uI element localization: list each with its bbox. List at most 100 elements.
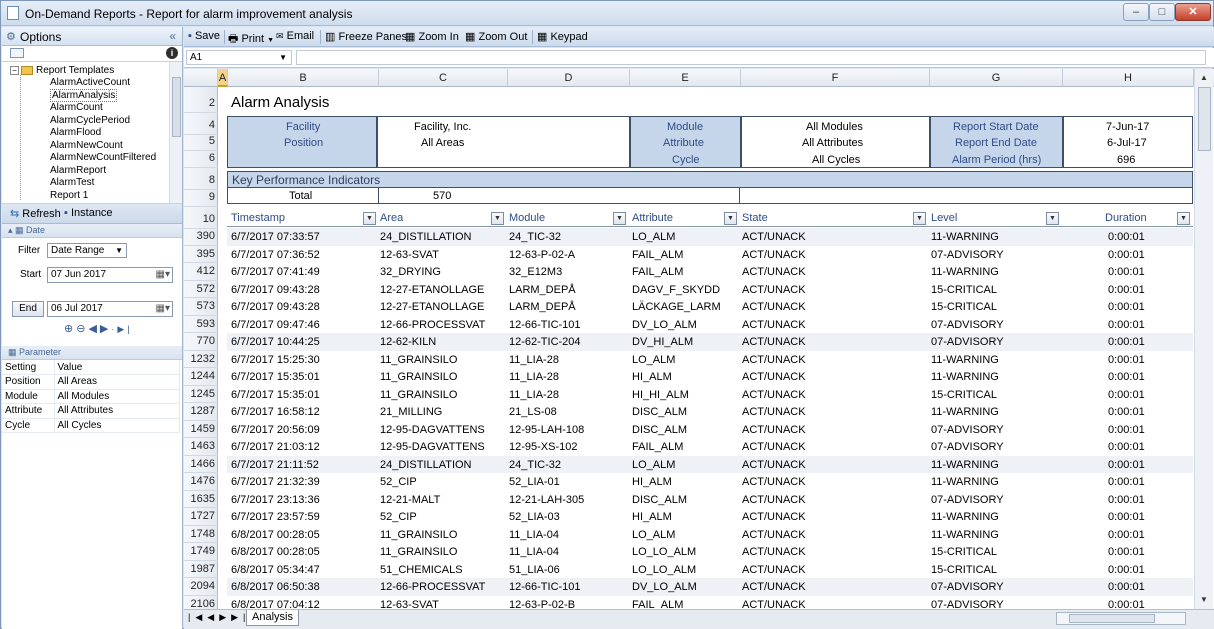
sort-filter-icon[interactable]: ▼ bbox=[1177, 212, 1190, 225]
cell-state[interactable]: ACT/UNACK bbox=[742, 231, 806, 243]
cell-state[interactable]: ACT/UNACK bbox=[742, 424, 806, 436]
scroll-down-icon[interactable]: ▼ bbox=[1200, 595, 1208, 604]
tree-item-alarmnewcount[interactable]: AlarmNewCount bbox=[50, 140, 156, 153]
cell-timestamp[interactable]: 6/7/2017 09:47:46 bbox=[231, 319, 320, 331]
cell-area[interactable]: 12-21-MALT bbox=[380, 494, 440, 506]
row-header[interactable]: 1232 bbox=[184, 351, 218, 368]
cell-timestamp[interactable]: 6/7/2017 21:11:52 bbox=[231, 459, 319, 471]
table-row[interactable]: 6/7/2017 15:25:30 11_GRAINSILO 11_LIA-28 LO… bbox=[227, 351, 1193, 369]
table-row[interactable]: 6/8/2017 07:04:12 12-63-SVAT 12-63-P-02-B F… bbox=[227, 596, 1193, 610]
column-header-e[interactable]: E bbox=[630, 69, 741, 87]
end-button[interactable]: End bbox=[12, 301, 44, 317]
cell-timestamp[interactable]: 6/7/2017 16:58:12 bbox=[231, 406, 320, 418]
attribute-value[interactable]: All Attributes bbox=[802, 137, 863, 149]
cell-area[interactable]: 32_DRYING bbox=[380, 266, 441, 278]
column-header-c[interactable]: C bbox=[379, 69, 508, 87]
row-header[interactable]: 2094 bbox=[184, 578, 218, 596]
cell-area[interactable]: 11_GRAINSILO bbox=[380, 546, 457, 558]
cell-area[interactable]: 12-95-DAGVATTENS bbox=[380, 424, 485, 436]
previous-icon[interactable]: ◀ bbox=[88, 323, 99, 335]
column-header-g[interactable]: G bbox=[930, 69, 1063, 87]
cell-module[interactable]: 32_E12M3 bbox=[509, 266, 562, 278]
cell-level[interactable]: 11-WARNING bbox=[931, 231, 999, 243]
cell-state[interactable]: ACT/UNACK bbox=[742, 336, 806, 348]
cell-level[interactable]: 07-ADVISORY bbox=[931, 599, 1004, 610]
cell-level[interactable]: 11-WARNING bbox=[931, 459, 999, 471]
cell-area[interactable]: 12-66-PROCESSVAT bbox=[380, 319, 485, 331]
cell-duration[interactable]: 0:00:01 bbox=[1108, 354, 1145, 366]
cell-attribute[interactable]: DISC_ALM bbox=[632, 424, 687, 436]
tree-item-report-1[interactable]: Report 1 bbox=[50, 190, 156, 203]
column-header-b[interactable]: B bbox=[228, 69, 379, 87]
cell-timestamp[interactable]: 6/7/2017 15:25:30 bbox=[231, 354, 320, 366]
cell-level[interactable]: 07-ADVISORY bbox=[931, 581, 1004, 593]
column-header-a[interactable]: A bbox=[218, 69, 228, 87]
cell-timestamp[interactable]: 6/7/2017 09:43:28 bbox=[231, 284, 320, 296]
cell-module[interactable]: LARM_DEPÅ bbox=[509, 301, 576, 313]
cell-module[interactable]: 21_LS-08 bbox=[509, 406, 557, 418]
cell-level[interactable]: 11-WARNING bbox=[931, 476, 999, 488]
chevron-down-icon[interactable]: ▼ bbox=[267, 37, 274, 44]
cell-level[interactable]: 15-CRITICAL bbox=[931, 564, 997, 576]
table-row[interactable]: 6/8/2017 05:34:47 51_CHEMICALS 51_LIA-06 LO… bbox=[227, 561, 1193, 579]
row-header[interactable]: 1245 bbox=[184, 386, 218, 403]
cell-timestamp[interactable]: 6/8/2017 00:28:05 bbox=[231, 546, 320, 558]
cell-attribute[interactable]: DISC_ALM bbox=[632, 494, 687, 506]
zoom-out-button[interactable]: ▦ Zoom Out bbox=[465, 30, 527, 43]
cell-level[interactable]: 11-WARNING bbox=[931, 529, 999, 541]
collapse-node-icon[interactable]: − bbox=[10, 65, 19, 75]
cell-area[interactable]: 52_CIP bbox=[380, 476, 417, 488]
table-row[interactable]: 6/7/2017 15:35:01 11_GRAINSILO 11_LIA-28 HI… bbox=[227, 368, 1193, 386]
parameter-value[interactable]: All Attributes bbox=[54, 403, 180, 419]
zoom-in-icon[interactable]: ⊕ bbox=[64, 323, 76, 335]
filter-dropdown-icon[interactable]: ▼ bbox=[491, 212, 504, 225]
next-icon[interactable]: ▶ bbox=[100, 323, 111, 335]
cell-level[interactable]: 07-ADVISORY bbox=[931, 319, 1004, 331]
row-header[interactable]: 573 bbox=[184, 298, 218, 316]
cell-duration[interactable]: 0:00:01 bbox=[1108, 511, 1145, 523]
parameter-row[interactable]: Cycle All Cycles bbox=[2, 418, 180, 433]
table-row[interactable]: 6/7/2017 10:44:25 12-62-KILN 12-62-TIC-204… bbox=[227, 333, 1193, 351]
filter-dropdown-icon[interactable]: ▼ bbox=[913, 212, 926, 225]
cell-state[interactable]: ACT/UNACK bbox=[742, 354, 806, 366]
cell-timestamp[interactable]: 6/7/2017 20:56:09 bbox=[231, 424, 320, 436]
row-header[interactable]: 4 bbox=[184, 117, 218, 135]
instance-button[interactable]: ▪ Instance bbox=[64, 207, 113, 219]
cell-duration[interactable]: 0:00:01 bbox=[1108, 231, 1145, 243]
cell-module[interactable]: 11_LIA-28 bbox=[509, 371, 559, 383]
table-row[interactable]: 6/7/2017 21:03:12 12-95-DAGVATTENS 12-95-X… bbox=[227, 438, 1193, 456]
row-header[interactable]: 572 bbox=[184, 281, 218, 298]
cell-attribute[interactable]: FAIL_ALM bbox=[632, 249, 683, 261]
cell-duration[interactable]: 0:00:01 bbox=[1108, 424, 1145, 436]
table-row[interactable]: 6/7/2017 20:56:09 12-95-DAGVATTENS 12-95-L… bbox=[227, 421, 1193, 439]
cell-timestamp[interactable]: 6/7/2017 07:41:49 bbox=[231, 266, 320, 278]
freeze-panes-button[interactable]: ▥ Freeze Panes bbox=[325, 30, 407, 43]
cell-duration[interactable]: 0:00:01 bbox=[1108, 564, 1145, 576]
row-header[interactable]: 1476 bbox=[184, 473, 218, 491]
parameter-group-header[interactable]: ▦ Parameter bbox=[2, 346, 182, 360]
table-row[interactable]: 6/7/2017 07:36:52 12-63-SVAT 12-63-P-02-A F… bbox=[227, 246, 1193, 264]
row-header[interactable]: 6 bbox=[184, 150, 218, 168]
row-header[interactable]: 10 bbox=[184, 211, 218, 229]
cell-duration[interactable]: 0:00:01 bbox=[1108, 599, 1145, 610]
column-header-f[interactable]: F bbox=[741, 69, 930, 87]
row-header[interactable]: 395 bbox=[184, 246, 218, 263]
cycle-value[interactable]: All Cycles bbox=[812, 154, 860, 166]
row-header[interactable]: 1463 bbox=[184, 438, 218, 456]
cell-state[interactable]: ACT/UNACK bbox=[742, 406, 806, 418]
filter-dropdown-icon[interactable]: ▼ bbox=[363, 212, 376, 225]
end-date-value[interactable]: 6-Jul-17 bbox=[1107, 137, 1147, 149]
row-header[interactable]: 8 bbox=[184, 172, 218, 190]
cell-area[interactable]: 12-63-SVAT bbox=[380, 249, 439, 261]
calendar-icon[interactable]: ▦▾ bbox=[156, 268, 170, 282]
filter-dropdown-icon[interactable]: ▼ bbox=[613, 212, 626, 225]
save-button[interactable]: ▪ Save bbox=[188, 30, 220, 42]
cell-duration[interactable]: 0:00:01 bbox=[1108, 301, 1145, 313]
cell-duration[interactable]: 0:00:01 bbox=[1108, 266, 1145, 278]
cell-state[interactable]: ACT/UNACK bbox=[742, 494, 806, 506]
cell-timestamp[interactable]: 6/7/2017 21:32:39 bbox=[231, 476, 320, 488]
row-header[interactable]: 1635 bbox=[184, 491, 218, 508]
cell-area[interactable]: 21_MILLING bbox=[380, 406, 442, 418]
keypad-button[interactable]: ▦ Keypad bbox=[537, 30, 588, 43]
cell-level[interactable]: 07-ADVISORY bbox=[931, 424, 1004, 436]
